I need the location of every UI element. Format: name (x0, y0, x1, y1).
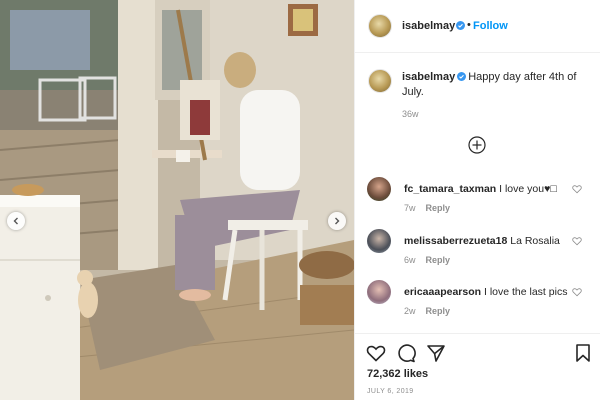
comment-age: 7w (404, 203, 416, 213)
heart-icon[interactable] (366, 343, 386, 363)
paper-plane-icon[interactable] (426, 343, 446, 363)
caption-text: isabelmay Happy day after 4th of July. (402, 70, 592, 100)
post-photo[interactable] (0, 0, 354, 400)
post-header: isabelmay • Follow (355, 0, 600, 53)
comment-username[interactable]: ericaaapearson (404, 286, 481, 298)
carousel-next-button[interactable] (328, 212, 346, 230)
heart-icon[interactable] (572, 236, 582, 246)
chevron-left-icon (13, 217, 18, 225)
header-separator: • (467, 19, 471, 31)
comment-text: ericaaapearson I love the last pics (404, 286, 574, 299)
caption-avatar[interactable] (368, 69, 392, 93)
plus-circle-icon[interactable] (468, 136, 486, 154)
reply-button[interactable]: Reply (426, 255, 451, 265)
comment-meta: 6w Reply (404, 255, 450, 265)
reply-button[interactable]: Reply (426, 306, 451, 316)
author-avatar[interactable] (368, 14, 392, 38)
reply-button[interactable]: Reply (426, 203, 451, 213)
comment-meta: 2w Reply (404, 306, 450, 316)
comment-username[interactable]: fc_tamara_taxman (404, 183, 496, 195)
carousel-prev-button[interactable] (7, 212, 25, 230)
caption-username[interactable]: isabelmay (402, 71, 455, 83)
follow-button[interactable]: Follow (473, 20, 508, 32)
comment-text: melissaberrezueta18 La Rosalia (404, 235, 574, 248)
photo-scene (0, 0, 354, 400)
comment-body: I love you♥□ (499, 183, 557, 195)
comment-item: melissaberrezueta18 La Rosalia 6w Reply (355, 229, 600, 279)
comment-age: 6w (404, 255, 416, 265)
comment-item: fc_tamara_taxman I love you♥□ 7w Reply (355, 177, 600, 227)
comment-body: I love the last pics (483, 286, 568, 298)
comment-item: ericaaapearson I love the last pics 2w Re… (355, 280, 600, 330)
heart-icon[interactable] (572, 287, 582, 297)
comment-avatar[interactable] (367, 177, 391, 201)
comment-avatar[interactable] (367, 280, 391, 304)
chevron-right-icon (335, 217, 340, 225)
comment-avatar[interactable] (367, 229, 391, 253)
caption-timestamp: 36w (402, 109, 419, 119)
post-date: JULY 6, 2019 (367, 388, 414, 395)
bookmark-icon[interactable] (573, 343, 593, 363)
post-actions: 72,362 likes JULY 6, 2019 (355, 333, 600, 400)
heart-icon[interactable] (572, 184, 582, 194)
verified-badge-icon (457, 72, 467, 81)
verified-badge-icon (456, 21, 465, 30)
likes-count[interactable]: 72,362 likes (367, 368, 428, 380)
comment-bubble-icon[interactable] (396, 343, 416, 363)
comment-username[interactable]: melissaberrezueta18 (404, 235, 507, 247)
comment-meta: 7w Reply (404, 203, 450, 213)
post-side-panel: isabelmay • Follow isabelmay Happy day af… (354, 0, 600, 400)
comment-age: 2w (404, 306, 416, 316)
comment-text: fc_tamara_taxman I love you♥□ (404, 183, 574, 196)
author-username[interactable]: isabelmay (402, 20, 455, 32)
comment-body: La Rosalia (510, 235, 560, 247)
